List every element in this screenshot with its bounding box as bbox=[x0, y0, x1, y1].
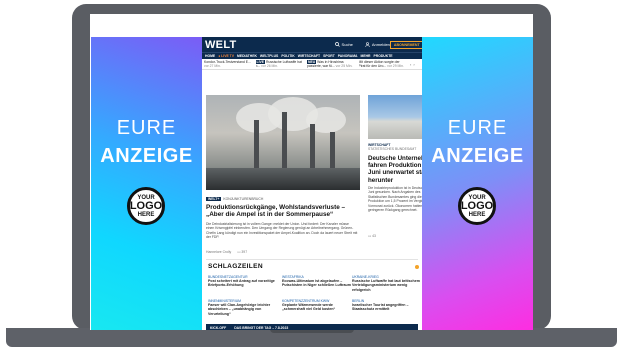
bottom-teaser-bar[interactable]: KICK-OFF DAS BRINGT DER TAG – 7.8.2023 bbox=[206, 324, 418, 330]
chevron-right-icon[interactable]: › bbox=[413, 62, 414, 67]
bottom-bar-right: DAS BRINGT DER TAG – 7.8.2023 bbox=[234, 326, 289, 330]
ad-logo-badge: YOUR LOGO HERE bbox=[458, 187, 496, 225]
headline-item[interactable]: BERLIN Israelischer Tourist angegriffen … bbox=[352, 299, 422, 312]
nav-item-politik[interactable]: POLITIK bbox=[281, 54, 294, 58]
search-icon bbox=[334, 42, 340, 47]
ticker-arrows: ‹ › bbox=[410, 60, 420, 68]
right-ad-banner[interactable]: EURE ANZEIGE YOUR LOGO HERE bbox=[422, 37, 533, 330]
main-nav: HOME ● LIVE TV MEDIATHEK WELTPLUS POLITI… bbox=[202, 52, 422, 59]
side-story-teaser: Die Industrieproduktion ist in Deutschla… bbox=[368, 186, 422, 213]
headline-item[interactable]: KOMPETENZZENTRUM KWW Geplante Wärmewende… bbox=[282, 299, 352, 312]
schlagzeilen-dot bbox=[415, 265, 419, 269]
site-header: WELT Suche Anmelden ABONNEMENT bbox=[202, 37, 422, 52]
ad-logo-line2: LOGO bbox=[129, 199, 163, 212]
headline-text: Russische Luftwaffe hat laut britischem … bbox=[352, 279, 420, 292]
headline-text: Ecowas-Ultimatum ist abgelaufen – Putsch… bbox=[282, 279, 351, 288]
nav-item-sport[interactable]: SPORT bbox=[323, 54, 335, 58]
headline-text: Israelischer Tourist angegriffen – Staat… bbox=[352, 303, 409, 312]
hero-kicker: KONJUNKTURENBRUCH bbox=[223, 197, 264, 201]
headline-text: Post scheitert mit Antrag auf vorzeitige… bbox=[208, 279, 275, 288]
hero-headline[interactable]: Produktionsrückgänge, Wohlstandsverluste… bbox=[206, 204, 358, 219]
login-button[interactable]: Anmelden bbox=[365, 42, 390, 47]
ad-eure-text: EURE bbox=[116, 117, 177, 139]
ticker-time: vor 25 Min. bbox=[335, 64, 353, 68]
hero-comment-count: 397 bbox=[241, 250, 248, 254]
nav-item-mediathek[interactable]: MEDIATHEK bbox=[237, 54, 257, 58]
hero-author[interactable]: Hannelore Crolly bbox=[206, 250, 231, 254]
ad-logo-line2: LOGO bbox=[460, 199, 494, 212]
hero-image[interactable] bbox=[206, 95, 360, 190]
ticker-time: vor 29 Min. bbox=[387, 64, 404, 68]
ticker-item[interactable]: Kondor-Truck-Testverstand E... vor 27 Mi… bbox=[204, 60, 253, 68]
chevron-left-icon[interactable]: ‹ bbox=[410, 62, 411, 67]
bottom-bar-left: KICK-OFF bbox=[210, 326, 227, 330]
hero-badge-row: WELT+ KONJUNKTURENBRUCH bbox=[206, 197, 263, 201]
ad-anzeige-text: ANZEIGE bbox=[431, 145, 524, 167]
ticker-item[interactable]: NEU Was in Hiroshima passierte, war fü..… bbox=[307, 60, 356, 68]
headline-item[interactable]: BUNDESNETZAGENTUR Post scheitert mit Ant… bbox=[208, 275, 278, 288]
headline-item[interactable]: INNENMINISTERIUM Faeser will Clan-Angehö… bbox=[208, 299, 278, 316]
hero-meta: Hannelore Crolly ▭ 397 bbox=[206, 250, 247, 254]
nav-item-produkte[interactable]: PRODUKTE bbox=[374, 54, 393, 58]
weltplus-badge: WELT+ bbox=[206, 197, 222, 201]
user-icon bbox=[365, 42, 370, 47]
hero-comments[interactable]: ▭ 397 bbox=[237, 250, 247, 254]
side-comment-count: 43 bbox=[372, 234, 376, 238]
ticker-item[interactable]: Mit dieser Aktion sorgte der Pirat für d… bbox=[359, 60, 408, 68]
login-label: Anmelden bbox=[371, 42, 390, 47]
side-story-image[interactable] bbox=[368, 95, 422, 139]
schlagzeilen-heading: SCHLAGZEILEN bbox=[208, 263, 263, 270]
side-story-comments[interactable]: ▭ 43 bbox=[368, 234, 376, 238]
subscribe-button[interactable]: ABONNEMENT bbox=[389, 40, 422, 49]
headline-item[interactable]: UKRAINE-KRIEG Russische Luftwaffe hat la… bbox=[352, 275, 422, 292]
nav-item-wirtschaft[interactable]: WIRTSCHAFT bbox=[298, 54, 320, 58]
side-story-headline[interactable]: Deutsche Unternehmen fahren Produktion i… bbox=[368, 155, 422, 184]
ticker-time: vor 27 Min. bbox=[204, 64, 221, 68]
ad-logo-badge: YOUR LOGO HERE bbox=[127, 187, 165, 225]
news-website: WELT Suche Anmelden ABONNEMENT HOME ● LI… bbox=[202, 37, 422, 330]
nav-item-panorama[interactable]: PANORAMA bbox=[338, 54, 358, 58]
welt-logo[interactable]: WELT bbox=[205, 39, 237, 51]
hero-teaser: Die Deindustrialisierung ist in vollem G… bbox=[206, 222, 358, 240]
nav-item-mehr[interactable]: MEHR bbox=[361, 54, 371, 58]
search-label: Suche bbox=[341, 42, 353, 47]
ad-logo-line3: HERE bbox=[468, 211, 486, 218]
left-ad-banner[interactable]: EURE ANZEIGE YOUR LOGO HERE bbox=[91, 37, 202, 330]
headline-text: Faeser will Clan-Angehörige leichter abs… bbox=[208, 303, 271, 316]
side-story-subkicker: STATISTISCHES BUNDESAMT bbox=[368, 147, 417, 151]
ticker-item[interactable]: LIVE Russische Luftwaffe hat b... vor 26… bbox=[255, 60, 305, 68]
section-divider bbox=[206, 259, 418, 260]
search-button[interactable]: Suche bbox=[334, 42, 353, 47]
ad-anzeige-text: ANZEIGE bbox=[100, 145, 193, 167]
headline-item[interactable]: WESTAFRIKA Ecowas-Ultimatum ist abgelauf… bbox=[282, 275, 352, 288]
nav-item-weltplus[interactable]: WELTPLUS bbox=[260, 54, 278, 58]
ad-eure-text: EURE bbox=[447, 117, 508, 139]
news-ticker: Kondor-Truck-Testverstand E... vor 27 Mi… bbox=[202, 59, 422, 70]
nav-item-home[interactable]: HOME bbox=[205, 54, 215, 58]
ticker-time: vor 26 Min. bbox=[261, 64, 278, 68]
ad-logo-line3: HERE bbox=[137, 211, 155, 218]
nav-item-live-tv[interactable]: ● LIVE TV bbox=[218, 54, 234, 58]
headline-text: Geplante Wärmewende werde „schmerzhaft v… bbox=[282, 303, 336, 312]
